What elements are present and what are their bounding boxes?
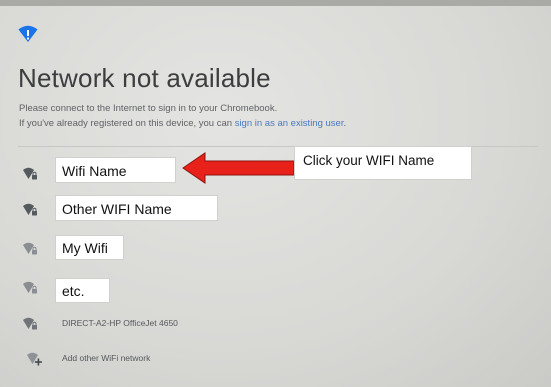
subtitle-line-1: Please connect to the Internet to sign i… [19, 103, 278, 114]
network-item-my-wifi[interactable]: My Wifi [0, 234, 551, 266]
wifi-lock-icon [23, 167, 37, 180]
wifi-lock-icon [23, 281, 37, 294]
network-label[interactable]: etc. [55, 278, 110, 303]
wifi-lock-icon [23, 317, 37, 330]
top-bar [0, 0, 551, 6]
wifi-add-icon [27, 352, 42, 366]
instruction-callout: Click your WIFI Name [294, 146, 472, 180]
network-item-etc[interactable]: etc. [0, 276, 551, 308]
network-item-direct-hp[interactable]: DIRECT-A2-HP OfficeJet 4650 [0, 312, 551, 344]
network-item-other-wifi-name[interactable]: Other WIFI Name [0, 194, 551, 226]
wifi-lock-icon [23, 203, 37, 216]
network-label[interactable]: Other WIFI Name [55, 195, 218, 221]
wifi-lock-icon [23, 242, 37, 255]
subtitle-line-2-prefix: If you've already registered on this dev… [19, 118, 235, 129]
network-screen: Network not available Please connect to … [0, 0, 551, 387]
page-subtitle: Please connect to the Internet to sign i… [19, 101, 346, 131]
red-arrow-annotation [182, 152, 295, 184]
page-title: Network not available [18, 63, 271, 93]
add-network-label[interactable]: Add other WiFi network [62, 353, 150, 363]
subtitle-line-2-suffix: . [343, 118, 347, 129]
network-label[interactable]: DIRECT-A2-HP OfficeJet 4650 [62, 318, 178, 328]
sign-in-existing-user-link[interactable]: sign in as an existing user [235, 118, 344, 129]
wifi-logo-icon [18, 25, 38, 42]
add-other-network-item[interactable]: Add other WiFi network [0, 348, 551, 380]
network-label[interactable]: Wifi Name [55, 157, 176, 183]
network-label[interactable]: My Wifi [55, 235, 124, 260]
